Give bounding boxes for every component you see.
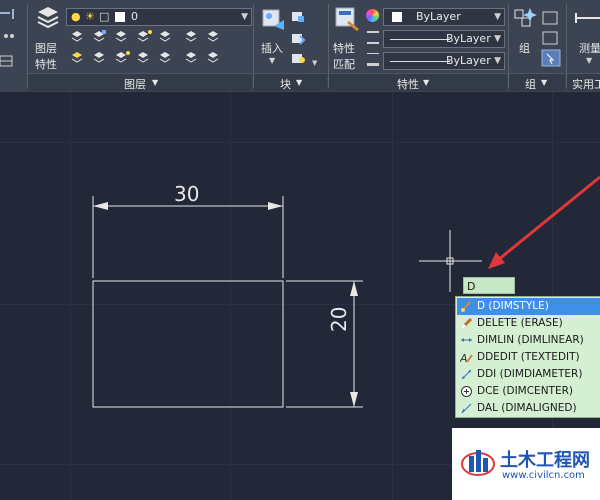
linetype-dropdown[interactable]: ByLayer ▼ [383, 30, 505, 48]
svg-text:▼: ▼ [312, 59, 318, 67]
watermark-url: www.civilcn.com [502, 470, 585, 481]
sun-icon: ☀ [85, 10, 95, 23]
dimstyle-icon [461, 301, 471, 312]
unlocked-icon: □ [99, 10, 110, 23]
layer-props-label-2: 特性 [35, 58, 57, 71]
width-dimension-text[interactable]: 30 [174, 182, 199, 206]
linetype-icon [367, 31, 379, 44]
eraser-icon [460, 317, 473, 330]
group-side-tools[interactable] [541, 10, 563, 70]
group-button[interactable]: 组 [512, 6, 538, 58]
partial-tool-icons[interactable] [0, 6, 26, 70]
civilcn-logo-icon [461, 450, 495, 476]
width-dimension[interactable] [92, 196, 284, 278]
match-props-label-1: 特性 [333, 42, 355, 55]
block-tools[interactable]: ▼ [290, 8, 326, 68]
suggestion-item[interactable]: A DDEDIT (TEXTEDIT) [457, 349, 600, 366]
utilities-panel-title: 实用工 [572, 78, 600, 91]
group-icon [514, 8, 537, 27]
diameter-dimension-icon [461, 369, 472, 380]
chevron-down-icon: ▼ [296, 78, 303, 87]
group-label: 组 [519, 42, 530, 55]
block-panel-title: 块 [280, 78, 291, 91]
lineweight-sample [390, 61, 450, 62]
watermark: 土木工程网 www.civilcn.com [452, 428, 600, 500]
text-edit-icon: A [460, 352, 473, 364]
insert-block-icon [262, 9, 284, 30]
group-panel-title: 组 [525, 78, 536, 91]
utilities-panel-bar[interactable]: 实用工 [567, 73, 600, 91]
svg-text:A: A [460, 352, 468, 364]
lineweight-icon [367, 53, 379, 66]
watermark-title: 土木工程网 [500, 450, 590, 471]
height-dimension[interactable] [286, 280, 363, 408]
suggestion-item[interactable]: DELETE (ERASE) [457, 315, 600, 332]
height-dimension-text[interactable]: 20 [327, 307, 351, 332]
color-swatch [392, 12, 402, 22]
suggestion-label: DCE (DIMCENTER) [477, 385, 573, 397]
chevron-down-icon: ▼ [586, 56, 593, 65]
suggestion-label: DDI (DIMDIAMETER) [477, 368, 583, 380]
layers-panel-bar[interactable]: 图层 ▼ [28, 73, 252, 91]
insert-block-button[interactable]: 插入 ▼ [258, 6, 288, 70]
layers-panel-title: 图层 [124, 78, 146, 91]
linear-dimension-icon [461, 338, 472, 342]
properties-panel-title: 特性 [397, 78, 419, 91]
suggestion-item[interactable]: D (DIMSTYLE) [457, 298, 600, 315]
properties-panel-bar[interactable]: 特性 ▼ [329, 73, 507, 91]
lineweight-value: ByLayer [446, 54, 491, 67]
layer-tools-grid [68, 28, 248, 70]
chevron-down-icon: ▼ [494, 12, 501, 22]
linetype-sample [390, 39, 450, 40]
chevron-down-icon: ▼ [241, 12, 248, 22]
suggestion-label: DELETE (ERASE) [477, 317, 563, 329]
measure-icon [575, 13, 600, 23]
chevron-down-icon: ▼ [494, 56, 501, 66]
suggestion-item[interactable]: DCE (DIMCENTER) [457, 383, 600, 400]
lineweight-dropdown[interactable]: ByLayer ▼ [383, 52, 505, 70]
color-wheel-icon [366, 9, 379, 22]
aligned-dimension-icon [461, 403, 472, 414]
match-props-label-2: 匹配 [333, 58, 355, 71]
layer-dropdown[interactable]: ● ☀ □ 0 ▼ [66, 8, 252, 26]
block-panel-bar[interactable]: 块 ▼ [254, 73, 327, 91]
left-partial-tools [0, 6, 26, 70]
chevron-down-icon: ▼ [269, 56, 276, 65]
measure-button[interactable]: 测量 ▼ [572, 6, 600, 70]
color-value: ByLayer [416, 10, 461, 23]
suggestion-label: D (DIMSTYLE) [477, 300, 549, 312]
group-panel-bar[interactable]: 组 ▼ [509, 73, 565, 91]
suggestion-item[interactable]: DAL (DIMALIGNED) [457, 400, 600, 417]
chevron-down-icon: ▼ [152, 78, 159, 87]
drawn-rectangle[interactable] [92, 280, 284, 408]
measure-label: 测量 [579, 42, 600, 55]
match-properties-icon [335, 7, 359, 32]
layer-stack-icon [37, 7, 59, 29]
linetype-value: ByLayer [446, 32, 491, 45]
chevron-down-icon: ▼ [494, 34, 501, 44]
command-input-tooltip[interactable]: D [463, 277, 515, 294]
layer-tool-icons[interactable] [71, 30, 219, 63]
suggestion-item[interactable]: DDI (DIMDIAMETER) [457, 366, 600, 383]
command-suggestion-list[interactable]: D (DIMSTYLE) DELETE (ERASE) DIMLIN (DIML… [455, 296, 600, 418]
suggestion-label: DDEDIT (TEXTEDIT) [477, 351, 580, 363]
layer-props-label-1: 图层 [35, 42, 57, 55]
suggestion-label: DIMLIN (DIMLINEAR) [477, 334, 584, 346]
layer-color-swatch [115, 12, 125, 22]
suggestion-label: DAL (DIMALIGNED) [477, 402, 577, 414]
layer-properties-button[interactable]: 图层 特性 [32, 6, 64, 71]
center-mark-icon [461, 386, 472, 397]
chevron-down-icon: ▼ [423, 78, 430, 87]
color-dropdown[interactable]: ByLayer ▼ [383, 8, 505, 26]
chevron-down-icon: ▼ [541, 78, 548, 87]
match-properties-button[interactable]: 特性 匹配 [332, 6, 364, 71]
insert-label: 插入 [261, 42, 283, 55]
suggestion-item[interactable]: DIMLIN (DIMLINEAR) [457, 332, 600, 349]
annotation-arrow-icon [488, 175, 600, 269]
lightbulb-icon: ● [71, 10, 81, 23]
ribbon: 图层 特性 ● ☀ □ 0 ▼ 插入 ▼ ▼ 特性 匹配 ByLayer ▼ B… [0, 0, 600, 92]
layer-name-value: 0 [131, 10, 138, 23]
